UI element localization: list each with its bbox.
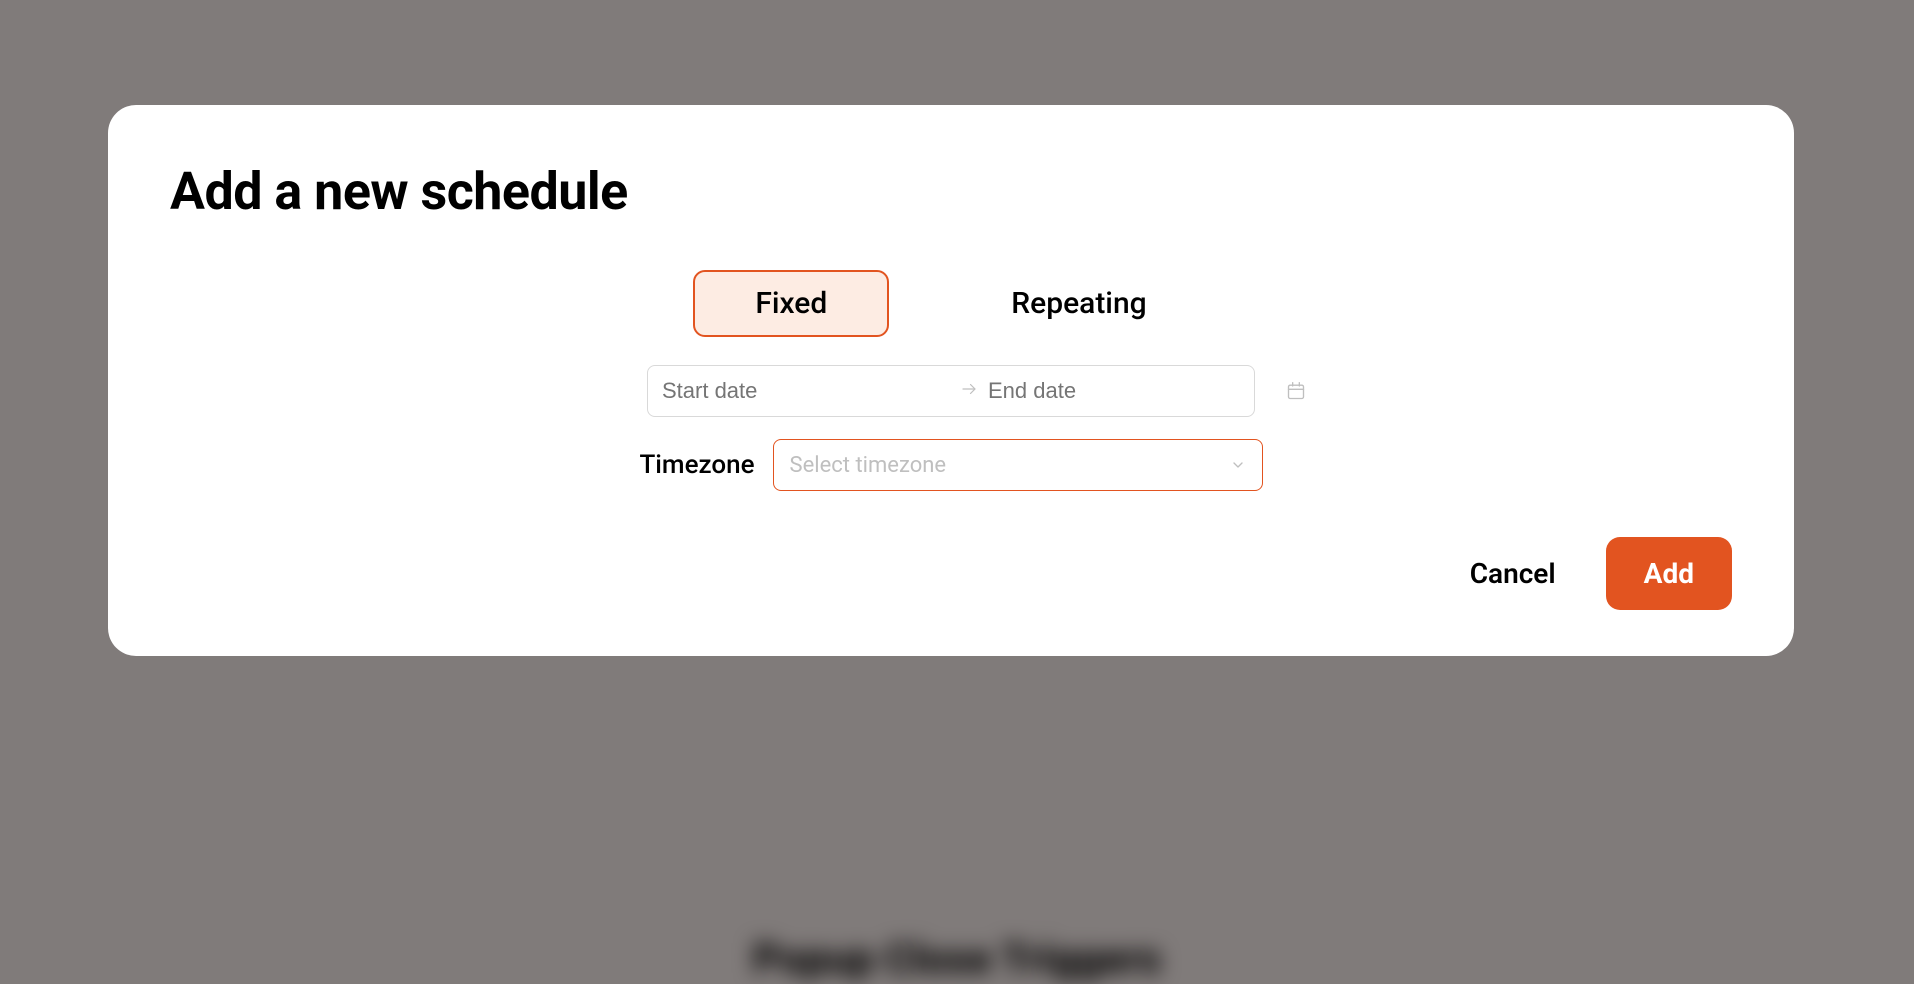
tab-fixed[interactable]: Fixed	[693, 270, 889, 337]
add-button[interactable]: Add	[1606, 537, 1732, 610]
add-schedule-modal: Add a new schedule Fixed Repeating Timez…	[108, 105, 1794, 656]
calendar-icon	[1286, 381, 1306, 401]
modal-title: Add a new schedule	[170, 161, 1732, 222]
timezone-placeholder: Select timezone	[790, 453, 947, 478]
background-blurred-title: Popup Close Triggers	[753, 935, 1161, 984]
date-row	[170, 365, 1732, 417]
arrow-right-icon	[960, 379, 978, 403]
schedule-type-tabs: Fixed Repeating	[170, 270, 1732, 337]
end-date-input[interactable]	[988, 378, 1276, 404]
chevron-down-icon	[1230, 457, 1246, 473]
start-date-input[interactable]	[662, 378, 950, 404]
timezone-label: Timezone	[639, 450, 754, 480]
timezone-select[interactable]: Select timezone	[773, 439, 1263, 491]
modal-footer: Cancel Add	[170, 537, 1732, 610]
timezone-row: Timezone Select timezone	[170, 439, 1732, 491]
date-range-picker[interactable]	[647, 365, 1255, 417]
cancel-button[interactable]: Cancel	[1462, 547, 1564, 600]
tab-repeating[interactable]: Repeating	[949, 270, 1208, 337]
